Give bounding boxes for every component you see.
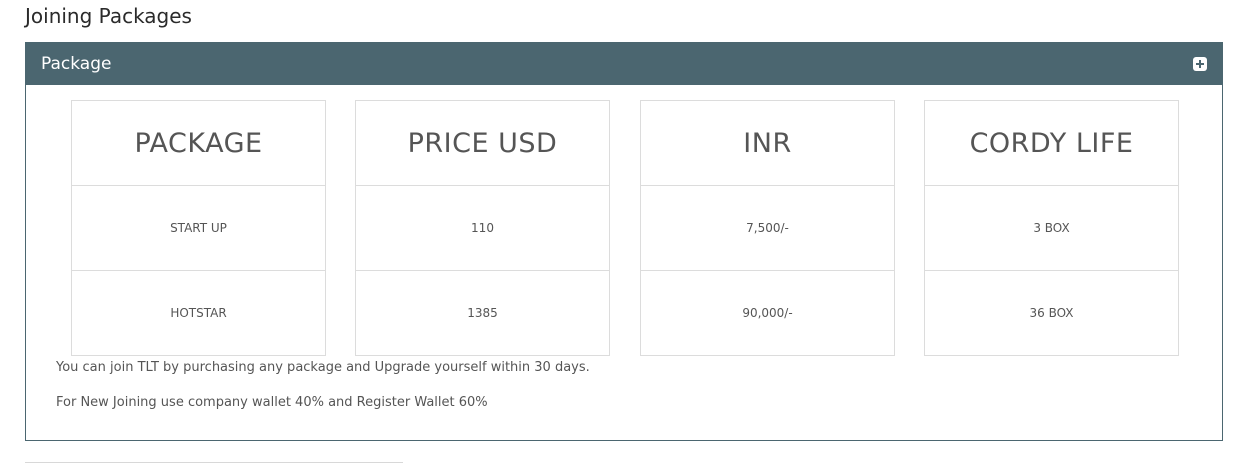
package-column: PACKAGE START UP HOTSTAR: [71, 100, 326, 356]
page-title: Joining Packages: [25, 4, 192, 28]
table-cell: HOTSTAR: [71, 270, 326, 356]
table-cell: 1385: [355, 270, 610, 356]
join-note: You can join TLT by purchasing any packa…: [56, 360, 590, 375]
plus-square-icon[interactable]: [1193, 57, 1207, 71]
wallet-note: For New Joining use company wallet 40% a…: [56, 395, 488, 410]
table-cell: 90,000/-: [640, 270, 895, 356]
column-header-inr: INR: [640, 100, 895, 186]
cordy-life-column: CORDY LIFE 3 BOX 36 BOX: [924, 100, 1179, 356]
price-usd-column: PRICE USD 110 1385: [355, 100, 610, 356]
table-cell: 7,500/-: [640, 185, 895, 271]
package-panel: Package PACKAGE START UP HOTSTAR PRICE U…: [25, 42, 1223, 441]
table-cell: START UP: [71, 185, 326, 271]
table-cell: 110: [355, 185, 610, 271]
table-cell: 3 BOX: [924, 185, 1179, 271]
column-header-package: PACKAGE: [71, 100, 326, 186]
panel-title: Package: [41, 54, 112, 74]
divider: [25, 462, 403, 463]
column-header-cordy-life: CORDY LIFE: [924, 100, 1179, 186]
column-header-price-usd: PRICE USD: [355, 100, 610, 186]
panel-header: Package: [26, 43, 1222, 85]
table-cell: 36 BOX: [924, 270, 1179, 356]
inr-column: INR 7,500/- 90,000/-: [640, 100, 895, 356]
